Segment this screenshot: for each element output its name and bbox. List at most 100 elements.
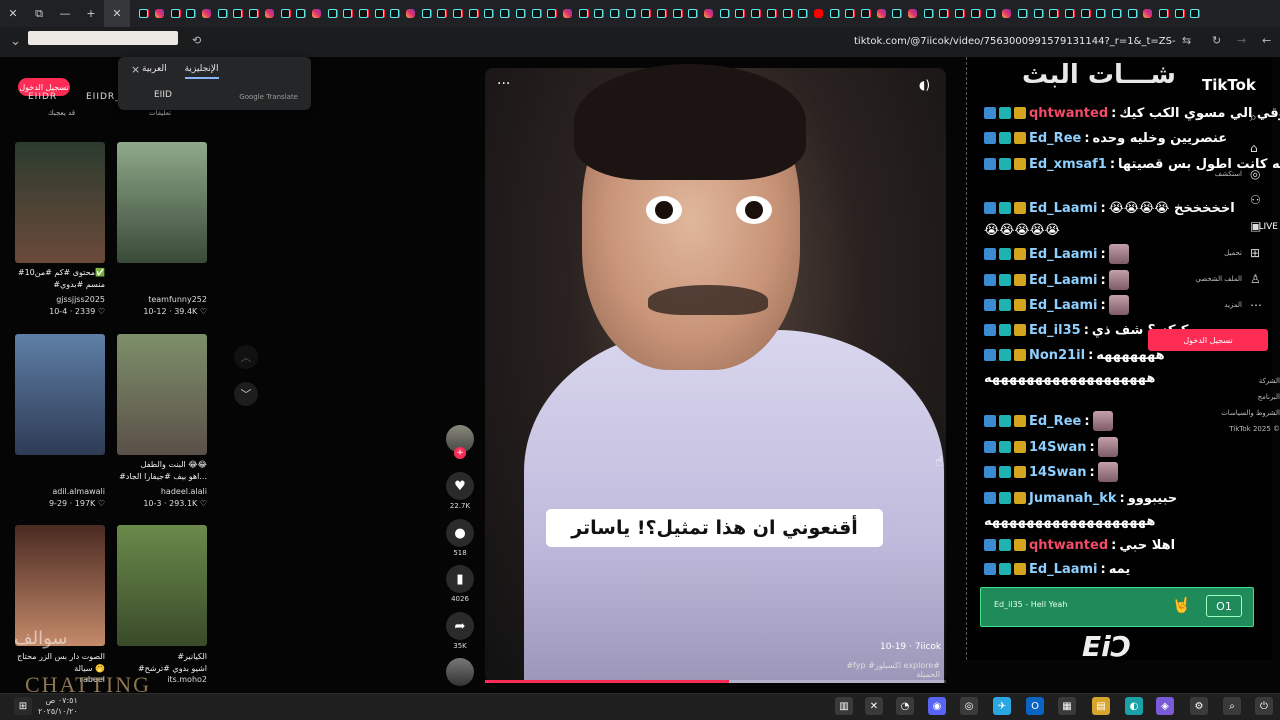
- browser-tab[interactable]: [622, 0, 638, 27]
- browser-tab[interactable]: [873, 0, 889, 27]
- follow-plus-icon[interactable]: +: [454, 447, 466, 459]
- screenshot-icon[interactable]: ⟲: [192, 34, 201, 47]
- search-icon[interactable]: ⌕: [1250, 110, 1257, 125]
- browser-tab[interactable]: [701, 0, 717, 27]
- browser-tab[interactable]: [732, 0, 748, 27]
- browser-tab[interactable]: [1030, 0, 1046, 27]
- sidebar-login-button[interactable]: تسجيل الدخول: [1148, 329, 1268, 351]
- taskbar-app-icon[interactable]: ◔: [896, 697, 914, 715]
- taskbar-app-icon[interactable]: ✕: [865, 697, 883, 715]
- power-icon[interactable]: ⏻: [1255, 697, 1273, 715]
- browser-tab[interactable]: [1109, 0, 1125, 27]
- browser-tab[interactable]: [669, 0, 685, 27]
- browser-tab[interactable]: [1156, 0, 1172, 27]
- card-username[interactable]: adil.almawali: [11, 487, 105, 496]
- tiktok-logo[interactable]: TikTok: [1202, 76, 1256, 94]
- browser-tab[interactable]: [779, 0, 795, 27]
- browser-tab[interactable]: [230, 0, 246, 27]
- footer-link[interactable]: البرنامج: [1220, 393, 1280, 401]
- share-button[interactable]: ➦ 35K: [446, 612, 474, 650]
- video-thumbnail[interactable]: [117, 525, 207, 646]
- like-button[interactable]: ♥ 22.7K: [446, 472, 474, 510]
- browser-tab[interactable]: [528, 0, 544, 27]
- outlook-icon[interactable]: O: [1026, 697, 1044, 715]
- search-icon[interactable]: ⌕: [1223, 697, 1241, 715]
- profile-icon[interactable]: ♙: [1250, 272, 1261, 286]
- next-video-button[interactable]: ﹀: [234, 382, 258, 406]
- footer-link[interactable]: الشروط والسياسات: [1220, 409, 1280, 417]
- browser-tab[interactable]: [764, 0, 780, 27]
- card-username[interactable]: teamfunny252: [113, 295, 207, 304]
- browser-tab[interactable]: [999, 0, 1015, 27]
- store-icon[interactable]: ▦: [1058, 697, 1076, 715]
- back-icon[interactable]: ←: [1262, 34, 1271, 47]
- settings-icon[interactable]: ⚙: [1190, 697, 1208, 715]
- browser-tab[interactable]: [293, 0, 309, 27]
- reload-icon[interactable]: ↻: [1212, 34, 1221, 47]
- browser-tab[interactable]: [1015, 0, 1031, 27]
- tab-menu-icon[interactable]: ⌄: [10, 34, 21, 49]
- browser-tab[interactable]: [418, 0, 434, 27]
- browser-tab[interactable]: [246, 0, 262, 27]
- edge-icon[interactable]: ◐: [1125, 697, 1143, 715]
- browser-tab[interactable]: [277, 0, 293, 27]
- video-hashtags[interactable]: #fyp #اكسبلور explore# الحميلة: [820, 661, 940, 679]
- browser-tab[interactable]: [356, 0, 372, 27]
- translate-icon[interactable]: ⇆: [1182, 34, 1191, 47]
- browser-tab[interactable]: [826, 0, 842, 27]
- url-field[interactable]: tiktok.com/@7iicok/video/756300099157913…: [854, 36, 1176, 47]
- browser-tab[interactable]: [136, 0, 152, 27]
- video-thumbnail[interactable]: [117, 142, 207, 263]
- browser-tab[interactable]: [387, 0, 403, 27]
- browser-tab[interactable]: [952, 0, 968, 27]
- more-options-icon[interactable]: ···: [497, 76, 510, 92]
- browser-tab[interactable]: [450, 0, 466, 27]
- video-thumbnail[interactable]: [117, 334, 207, 455]
- browser-tab[interactable]: [1124, 0, 1140, 27]
- copilot-icon[interactable]: ◈: [1156, 697, 1174, 715]
- browser-tab[interactable]: [920, 0, 936, 27]
- home-icon[interactable]: ⌂: [1250, 141, 1258, 155]
- browser-tab[interactable]: [544, 0, 560, 27]
- browser-tab[interactable]: [858, 0, 874, 27]
- browser-tab[interactable]: [638, 0, 654, 27]
- browser-tab[interactable]: [403, 0, 419, 27]
- browser-tab[interactable]: [1046, 0, 1062, 27]
- browser-tab[interactable]: [575, 0, 591, 27]
- browser-tab[interactable]: [560, 0, 576, 27]
- browser-tab[interactable]: [889, 0, 905, 27]
- close-icon[interactable]: ×: [131, 63, 140, 76]
- footer-link[interactable]: الشركة: [1220, 377, 1280, 385]
- upload-icon[interactable]: ⊞: [1250, 246, 1260, 260]
- video-thumbnail[interactable]: [15, 142, 105, 263]
- discord-icon[interactable]: ◉: [928, 697, 946, 715]
- folder-icon[interactable]: ▤: [1092, 697, 1110, 715]
- close-window-icon[interactable]: ✕: [0, 0, 26, 27]
- browser-tab[interactable]: [716, 0, 732, 27]
- browser-tab[interactable]: [1171, 0, 1187, 27]
- browser-tab[interactable]: [340, 0, 356, 27]
- card-username[interactable]: hadeel.alali: [113, 487, 207, 496]
- forward-icon[interactable]: →: [1237, 34, 1246, 47]
- browser-tab[interactable]: [936, 0, 952, 27]
- windows-icon[interactable]: ⊞: [14, 697, 32, 715]
- browser-tab[interactable]: [591, 0, 607, 27]
- browser-tab[interactable]: [1187, 0, 1203, 27]
- browser-tab[interactable]: [465, 0, 481, 27]
- minimize-window-icon[interactable]: —: [52, 0, 78, 27]
- browser-tab[interactable]: [685, 0, 701, 27]
- browser-tab[interactable]: [481, 0, 497, 27]
- close-tab-icon[interactable]: ✕: [104, 0, 130, 27]
- new-tab-button[interactable]: +: [78, 0, 104, 27]
- music-disc[interactable]: [446, 658, 474, 686]
- browser-tab[interactable]: [152, 0, 168, 27]
- chrome-icon[interactable]: ◎: [960, 697, 978, 715]
- card-username[interactable]: gjssjjss2025: [11, 295, 105, 304]
- browser-tab[interactable]: [371, 0, 387, 27]
- explore-icon[interactable]: ◎: [1250, 167, 1260, 181]
- tab-english[interactable]: الإنجليزية: [184, 64, 219, 79]
- browser-tab[interactable]: [905, 0, 921, 27]
- video-progress-bar[interactable]: [485, 680, 946, 683]
- browser-tab[interactable]: [748, 0, 764, 27]
- browser-tab[interactable]: [167, 0, 183, 27]
